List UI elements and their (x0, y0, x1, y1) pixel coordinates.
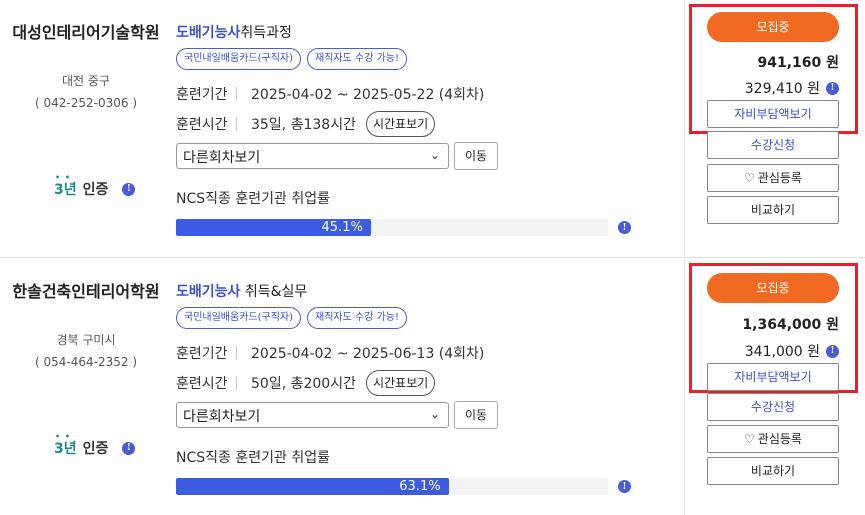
hours-value: 50일, 총200시간 (251, 376, 356, 392)
certification-badge: • • 3년 인증 ! (54, 173, 136, 200)
total-price: 941,160 원 (757, 55, 839, 71)
info-icon[interactable]: ! (618, 480, 631, 493)
session-select[interactable]: 다른회차보기 ⌄ (176, 143, 449, 169)
move-button[interactable]: 이동 (454, 401, 498, 429)
move-button[interactable]: 이동 (454, 142, 498, 170)
course-card: 대성인테리어기술학원 대전 중구 ( 042-252-0306 ) • • 3년 … (0, 0, 865, 258)
employment-label: NCS직종 훈련기관 취업률 (176, 450, 330, 466)
institution-phone: ( 042-252-0306 ) (35, 96, 137, 110)
recruiting-button[interactable]: 모집중 (707, 12, 839, 42)
schedule-button[interactable]: 시간표보기 (365, 111, 436, 137)
hours-label: 훈련시간 (176, 376, 228, 392)
employment-bar-fill: 45.1% (176, 219, 371, 236)
institution-name[interactable]: 한솔건축인테리어학원 (12, 277, 160, 307)
heart-icon: ♡ (744, 432, 755, 446)
institution-location: 경북 구미시 (56, 333, 116, 347)
favorite-label: 관심등록 (757, 432, 802, 446)
tag-card: 국민내일배움카드(구직자) (176, 48, 302, 70)
info-icon[interactable]: ! (122, 182, 136, 196)
hours-row: 훈련시간 50일, 총200시간 시간표보기 (176, 370, 436, 396)
course-title[interactable]: 도배기능사취득과정 (176, 22, 292, 42)
divider (236, 117, 237, 131)
course-info: 도배기능사 취득&실무 국민내일배움카드(구직자) 재직자도 수강 가능! 훈련… (176, 259, 681, 515)
cert-label: 인증 (82, 441, 109, 457)
compare-button[interactable]: 비교하기 (707, 457, 839, 485)
cert-years: • • 3년 (54, 173, 77, 198)
schedule-button[interactable]: 시간표보기 (365, 370, 436, 396)
employment-label: NCS직종 훈련기관 취업률 (176, 191, 330, 207)
action-panel: 모집중 1,364,000 원 341,000 원! 자비부담액보기 수강신청 … (684, 259, 865, 515)
employment-bar: 45.1% (176, 219, 608, 236)
course-card: 한솔건축인테리어학원 경북 구미시 ( 054-464-2352 ) • • 3년… (0, 259, 865, 515)
session-select-value: 다른회차보기 (183, 150, 261, 166)
info-icon[interactable]: ! (618, 221, 631, 234)
course-title[interactable]: 도배기능사 취득&실무 (176, 281, 307, 301)
employment-rate: 45.1% (321, 220, 363, 235)
divider (236, 376, 237, 390)
divider (236, 87, 237, 101)
heart-icon: ♡ (744, 171, 755, 185)
employment-bar: 63.1% (176, 478, 608, 495)
period-row: 훈련기간 2025-04-02 ~ 2025-05-22 (4회차) (176, 84, 484, 104)
info-icon[interactable]: ! (826, 81, 839, 95)
employment-bar-fill: 63.1% (176, 478, 449, 495)
chevron-down-icon: ⌄ (429, 407, 440, 421)
action-panel: 모집중 941,160 원 329,410 원! 자비부담액보기 수강신청 ♡ 관… (684, 0, 865, 257)
tag-card: 국민내일배움카드(구직자) (176, 307, 302, 329)
favorite-label: 관심등록 (757, 171, 802, 185)
period-label: 훈련기간 (176, 346, 228, 362)
tag-list: 국민내일배움카드(구직자) 재직자도 수강 가능! (176, 48, 407, 70)
session-select[interactable]: 다른회차보기 ⌄ (176, 402, 449, 428)
self-pay-button[interactable]: 자비부담액보기 (707, 100, 839, 128)
self-pay-price: 341,000 원! (745, 341, 839, 361)
total-price: 1,364,000 원 (742, 317, 839, 333)
course-info: 도배기능사취득과정 국민내일배움카드(구직자) 재직자도 수강 가능! 훈련기간… (176, 0, 681, 257)
tag-employed: 재직자도 수강 가능! (307, 307, 407, 329)
period-row: 훈련기간 2025-04-02 ~ 2025-06-13 (4회차) (176, 343, 484, 363)
course-title-highlight: 도배기능사 (176, 284, 241, 300)
self-pay-value: 329,410 원 (744, 81, 820, 97)
self-pay-value: 341,000 원 (744, 344, 820, 360)
self-pay-button[interactable]: 자비부담액보기 (707, 363, 839, 391)
period-label: 훈련기간 (176, 87, 228, 103)
institution-panel: 한솔건축인테리어학원 경북 구미시 ( 054-464-2352 ) • • 3년… (0, 259, 172, 515)
hours-label: 훈련시간 (176, 117, 228, 133)
hours-value: 35일, 총138시간 (251, 117, 356, 133)
cert-label: 인증 (82, 182, 109, 198)
info-icon[interactable]: ! (122, 441, 136, 455)
tag-employed: 재직자도 수강 가능! (307, 48, 407, 70)
period-value: 2025-04-02 ~ 2025-06-13 (4회차) (251, 346, 485, 362)
cert-years: • • 3년 (54, 432, 77, 457)
compare-button[interactable]: 비교하기 (707, 196, 839, 224)
institution-panel: 대성인테리어기술학원 대전 중구 ( 042-252-0306 ) • • 3년 … (0, 0, 172, 257)
employment-rate: 63.1% (399, 479, 441, 494)
institution-phone: ( 054-464-2352 ) (35, 355, 137, 369)
apply-button[interactable]: 수강신청 (707, 393, 839, 421)
certification-badge: • • 3년 인증 ! (54, 432, 136, 459)
info-icon[interactable]: ! (826, 344, 839, 358)
institution-location: 대전 중구 (62, 74, 110, 88)
course-title-rest: 취득과정 (240, 25, 292, 41)
course-title-rest: 취득&실무 (240, 284, 308, 300)
self-pay-price: 329,410 원! (745, 78, 839, 98)
favorite-button[interactable]: ♡ 관심등록 (707, 425, 839, 453)
apply-button[interactable]: 수강신청 (707, 131, 839, 159)
chevron-down-icon: ⌄ (429, 148, 440, 162)
course-title-highlight: 도배기능사 (176, 25, 241, 41)
session-select-value: 다른회차보기 (183, 409, 261, 425)
recruiting-button[interactable]: 모집중 (707, 273, 839, 303)
hours-row: 훈련시간 35일, 총138시간 시간표보기 (176, 111, 436, 137)
institution-name[interactable]: 대성인테리어기술학원 (12, 18, 160, 48)
period-value: 2025-04-02 ~ 2025-05-22 (4회차) (251, 87, 485, 103)
tag-list: 국민내일배움카드(구직자) 재직자도 수강 가능! (176, 307, 407, 329)
divider (236, 346, 237, 360)
favorite-button[interactable]: ♡ 관심등록 (707, 164, 839, 192)
